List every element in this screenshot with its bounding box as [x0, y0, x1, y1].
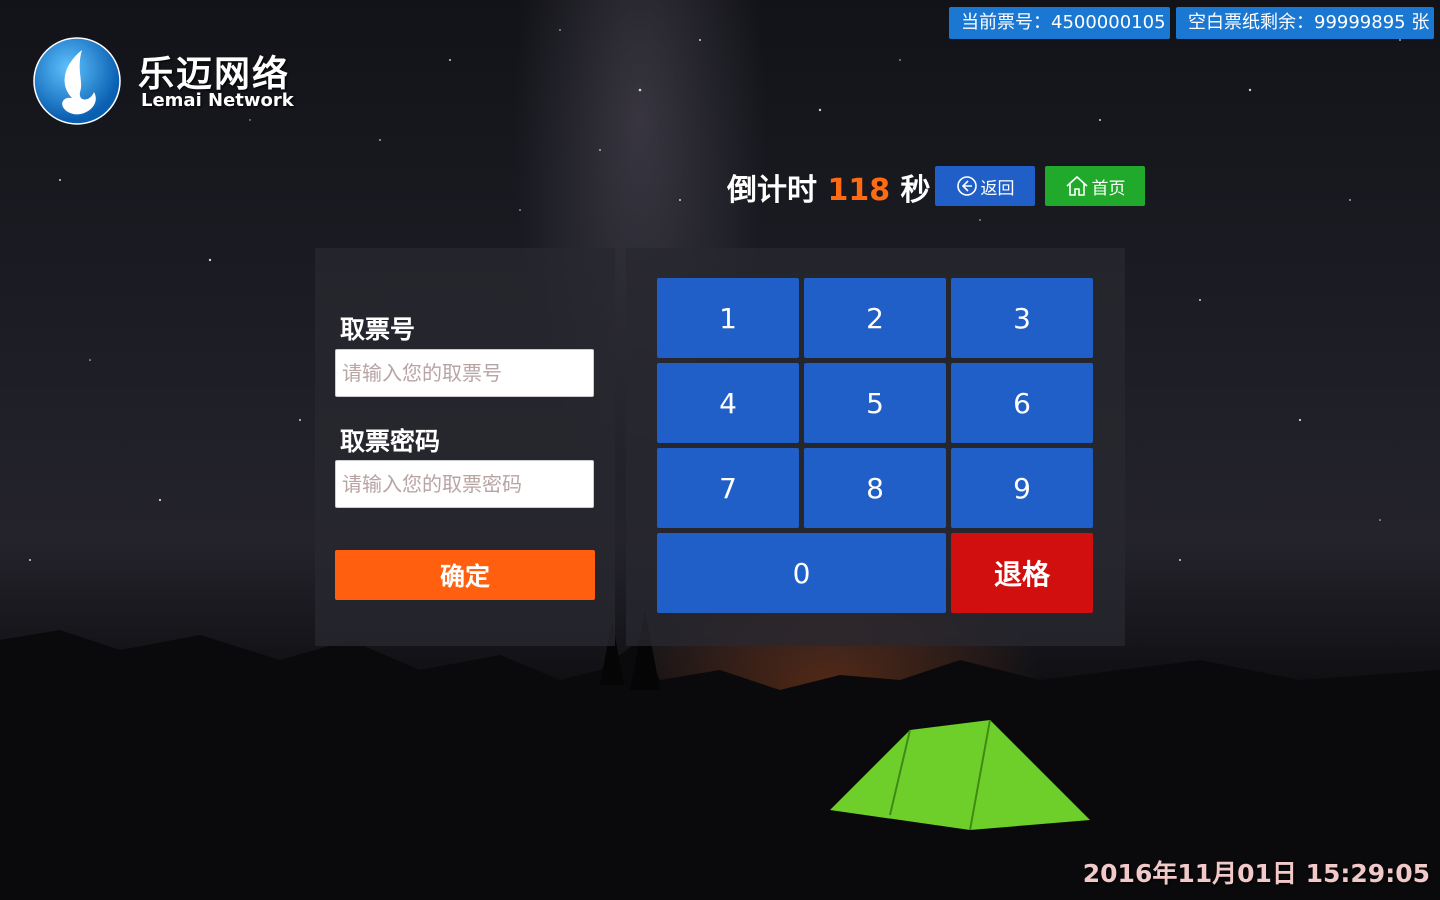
back-button-label: 返回: [980, 178, 1015, 199]
current-ticket-badge: 当前票号：4500000105: [949, 7, 1170, 39]
ticket-password-label: 取票密码: [340, 427, 441, 456]
confirm-button[interactable]: 确定: [335, 550, 595, 600]
house-icon: [1065, 175, 1088, 196]
key-4[interactable]: 4: [657, 363, 799, 443]
countdown-suffix: 秒: [900, 173, 931, 208]
home-button-label: 首页: [1091, 178, 1126, 199]
countdown-timer: 倒计时 118 秒: [727, 165, 931, 209]
countdown-seconds: 118: [827, 173, 891, 208]
tent-illustration: [830, 719, 1090, 830]
arrow-left-circle-icon: [956, 176, 977, 196]
key-8[interactable]: 8: [804, 448, 946, 528]
key-9[interactable]: 9: [951, 448, 1093, 528]
lemai-logo-icon: [33, 37, 121, 125]
key-1[interactable]: 1: [657, 278, 799, 358]
key-6[interactable]: 6: [951, 363, 1093, 443]
home-button[interactable]: 首页: [1045, 166, 1145, 206]
ticket-number-input[interactable]: [335, 349, 594, 397]
key-0[interactable]: 0: [657, 533, 946, 613]
key-3[interactable]: 3: [951, 278, 1093, 358]
back-button[interactable]: 返回: [935, 166, 1035, 206]
countdown-prefix: 倒计时: [727, 173, 817, 208]
datetime-clock: 2016年11月01日 15:29:05: [1082, 859, 1430, 888]
paper-remaining-badge: 空白票纸剩余：99999895 张: [1176, 7, 1434, 39]
ticket-number-label: 取票号: [340, 315, 416, 344]
backspace-button[interactable]: 退格: [951, 533, 1093, 613]
key-5[interactable]: 5: [804, 363, 946, 443]
key-7[interactable]: 7: [657, 448, 799, 528]
ticket-password-input[interactable]: [335, 460, 594, 508]
key-2[interactable]: 2: [804, 278, 946, 358]
logo-text-en: Lemai Network: [141, 90, 294, 111]
